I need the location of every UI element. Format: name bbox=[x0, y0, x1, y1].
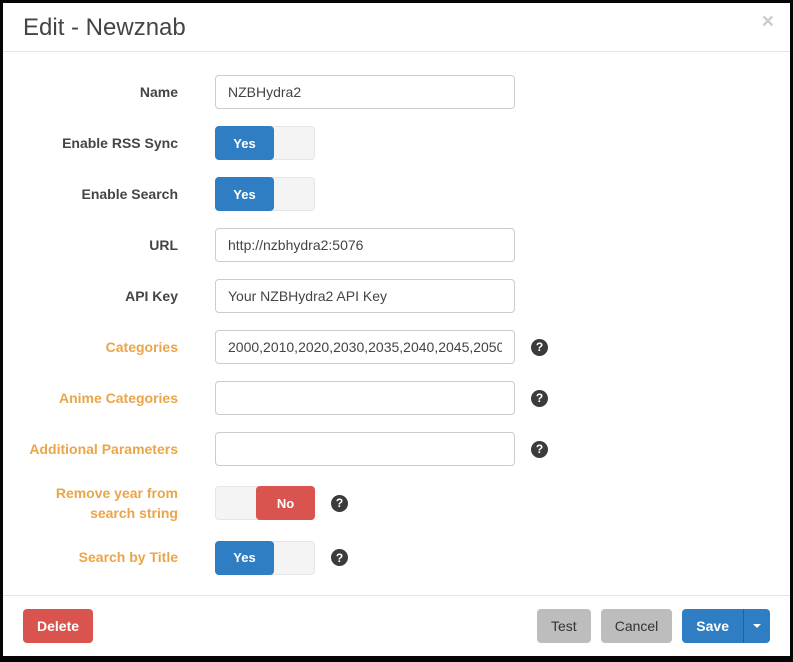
edit-newznab-modal: Edit - Newznab × Name Enable RSS Sync Ye… bbox=[0, 0, 793, 662]
toggle-state-label: No bbox=[256, 486, 315, 520]
enable-rss-sync-toggle[interactable]: Yes bbox=[215, 126, 315, 160]
anime-categories-row: Anime Categories ? bbox=[23, 381, 770, 415]
modal-header: Edit - Newznab × bbox=[3, 3, 790, 52]
toggle-state-label: Yes bbox=[215, 177, 274, 211]
save-button[interactable]: Save bbox=[682, 609, 743, 643]
enable-search-label: Enable Search bbox=[23, 184, 178, 204]
test-button[interactable]: Test bbox=[537, 609, 591, 643]
toggle-state-label: Yes bbox=[215, 541, 274, 575]
remove-year-toggle[interactable]: No bbox=[215, 486, 315, 520]
search-by-title-label: Search by Title bbox=[23, 547, 178, 567]
enable-search-row: Enable Search Yes bbox=[23, 177, 770, 211]
question-icon[interactable]: ? bbox=[531, 339, 548, 356]
save-dropdown-button[interactable] bbox=[743, 609, 770, 643]
enable-search-toggle[interactable]: Yes bbox=[215, 177, 315, 211]
anime-categories-label: Anime Categories bbox=[23, 388, 178, 408]
enable-rss-sync-label: Enable RSS Sync bbox=[23, 133, 178, 153]
additional-parameters-label: Additional Parameters bbox=[23, 439, 178, 459]
categories-row: Categories ? bbox=[23, 330, 770, 364]
delete-button[interactable]: Delete bbox=[23, 609, 93, 643]
search-by-title-row: Search by Title Yes ? bbox=[23, 541, 770, 575]
chevron-down-icon bbox=[753, 624, 761, 628]
modal-body: Name Enable RSS Sync Yes Enable Search Y… bbox=[3, 52, 790, 595]
url-row: URL bbox=[23, 228, 770, 262]
categories-input[interactable] bbox=[215, 330, 515, 364]
api-key-row: API Key bbox=[23, 279, 770, 313]
search-by-title-toggle[interactable]: Yes bbox=[215, 541, 315, 575]
categories-label: Categories bbox=[23, 337, 178, 357]
question-icon[interactable]: ? bbox=[531, 390, 548, 407]
name-label: Name bbox=[23, 82, 178, 102]
save-split-button: Save bbox=[682, 609, 770, 643]
toggle-state-label: Yes bbox=[215, 126, 274, 160]
url-label: URL bbox=[23, 235, 178, 255]
question-icon[interactable]: ? bbox=[331, 495, 348, 512]
anime-categories-input[interactable] bbox=[215, 381, 515, 415]
url-input[interactable] bbox=[215, 228, 515, 262]
remove-year-row: Remove year from search string No ? bbox=[23, 483, 770, 524]
enable-rss-sync-row: Enable RSS Sync Yes bbox=[23, 126, 770, 160]
close-icon[interactable]: × bbox=[762, 11, 774, 32]
api-key-label: API Key bbox=[23, 286, 178, 306]
additional-parameters-input[interactable] bbox=[215, 432, 515, 466]
modal-title: Edit - Newznab bbox=[23, 14, 770, 42]
question-icon[interactable]: ? bbox=[531, 441, 548, 458]
additional-parameters-row: Additional Parameters ? bbox=[23, 432, 770, 466]
remove-year-label: Remove year from search string bbox=[23, 483, 178, 524]
cancel-button[interactable]: Cancel bbox=[601, 609, 673, 643]
api-key-input[interactable] bbox=[215, 279, 515, 313]
question-icon[interactable]: ? bbox=[331, 549, 348, 566]
name-row: Name bbox=[23, 75, 770, 109]
modal-footer: Delete Test Cancel Save bbox=[3, 595, 790, 656]
name-input[interactable] bbox=[215, 75, 515, 109]
